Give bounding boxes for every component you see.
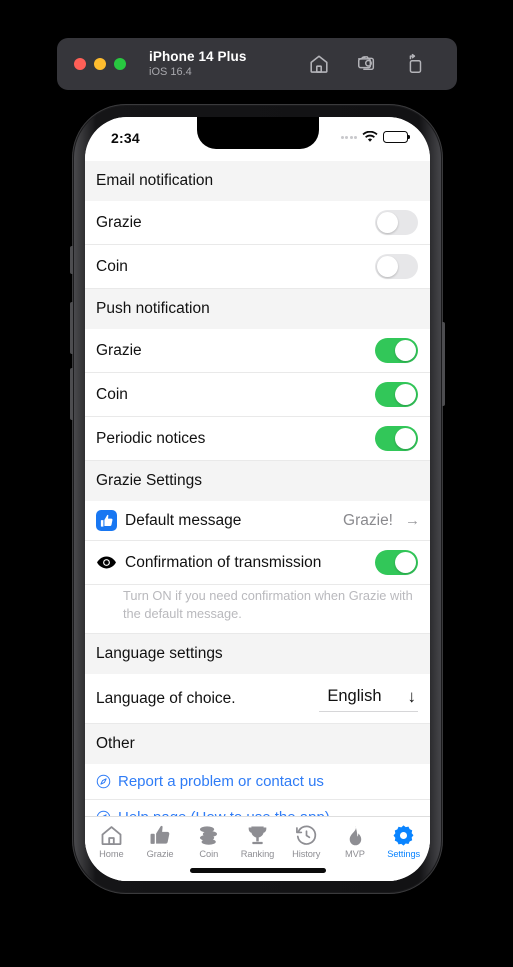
row-email-grazie[interactable]: Grazie: [85, 201, 430, 245]
flame-icon: [343, 824, 366, 847]
chevron-down-icon: ↓: [407, 687, 417, 707]
arrow-right-icon: →: [405, 512, 420, 529]
tab-label: Settings: [387, 849, 421, 859]
device-name: iPhone 14 Plus: [149, 49, 247, 65]
toggle-confirmation-of-transmission[interactable]: [375, 550, 418, 575]
tab-home[interactable]: Home: [87, 824, 136, 859]
compass-icon: [96, 774, 111, 789]
simulator-window: iPhone 14 Plus iOS 16.4 2:34 Email notif…: [0, 0, 513, 967]
tab-mvp[interactable]: MVP: [331, 824, 380, 859]
link-report-a-problem[interactable]: Report a problem or contact us: [85, 764, 430, 801]
house-icon: [100, 824, 123, 847]
status-time: 2:34: [111, 130, 140, 146]
app-body: Email notification Grazie Coin Push noti…: [85, 161, 430, 881]
home-icon[interactable]: [308, 53, 330, 75]
tab-label: History: [292, 849, 321, 859]
row-label: Default message: [125, 511, 242, 529]
row-push-grazie[interactable]: Grazie: [85, 329, 430, 373]
volume-down-button[interactable]: [70, 368, 73, 420]
tab-label: MVP: [345, 849, 365, 859]
tab-history[interactable]: History: [282, 824, 331, 859]
row-email-coin[interactable]: Coin: [85, 245, 430, 289]
gear-icon: [392, 824, 415, 847]
simulator-actions: [308, 53, 426, 75]
toggle-push-periodic-notices[interactable]: [375, 426, 418, 451]
status-indicators: [340, 131, 411, 143]
row-label: Grazie: [96, 341, 142, 359]
signal-dots-icon: [340, 135, 357, 139]
section-header-language-settings: Language settings: [85, 634, 430, 675]
toggle-push-coin[interactable]: [375, 382, 418, 407]
row-label: Periodic notices: [96, 429, 206, 447]
simulator-title-block: iPhone 14 Plus iOS 16.4: [149, 49, 246, 78]
silent-switch[interactable]: [70, 246, 73, 274]
rotate-icon[interactable]: [404, 53, 426, 75]
link-help-page[interactable]: Help page (How to use the app): [85, 800, 430, 816]
battery-icon: [383, 131, 411, 143]
camera-icon[interactable]: [356, 53, 378, 75]
tab-label: Coin: [199, 849, 219, 859]
clock-arrow-icon: [295, 824, 318, 847]
tab-label: Ranking: [240, 849, 275, 859]
phone-screen: 2:34 Email notification Grazie Coin Push…: [85, 117, 430, 881]
eye-icon: [96, 552, 117, 573]
home-indicator-area: [85, 859, 430, 881]
zoom-button[interactable]: [114, 58, 126, 70]
home-indicator[interactable]: [189, 867, 326, 873]
window-controls: [74, 58, 126, 70]
language-select[interactable]: English ↓: [319, 685, 418, 713]
tab-grazie[interactable]: Grazie: [136, 824, 185, 859]
section-header-grazie-settings: Grazie Settings: [85, 461, 430, 501]
link-label: Report a problem or contact us: [118, 773, 324, 791]
confirmation-note: Turn ON if you need confirmation when Gr…: [85, 585, 430, 635]
row-label: Confirmation of transmission: [125, 553, 322, 571]
row-label: Language of choice.: [96, 689, 236, 707]
thumbs-up-icon: [96, 510, 117, 531]
row-push-periodic-notices[interactable]: Periodic notices: [85, 417, 430, 461]
row-language-of-choice[interactable]: Language of choice. English ↓: [85, 674, 430, 725]
notch: [196, 117, 319, 149]
row-label: Coin: [96, 257, 128, 275]
tab-bar: Home Grazie Coin Ranking History MVP Set…: [85, 816, 430, 859]
power-button[interactable]: [442, 322, 445, 406]
trophy-icon: [246, 824, 269, 847]
toggle-push-grazie[interactable]: [375, 338, 418, 363]
section-header-other: Other: [85, 724, 430, 765]
toggle-email-coin[interactable]: [375, 254, 418, 279]
volume-up-button[interactable]: [70, 302, 73, 354]
tab-coin[interactable]: Coin: [184, 824, 233, 859]
language-value: English: [327, 687, 382, 706]
simulator-titlebar: iPhone 14 Plus iOS 16.4: [57, 38, 457, 90]
close-button[interactable]: [74, 58, 86, 70]
thumbs-up-icon: [149, 824, 172, 847]
minimize-button[interactable]: [94, 58, 106, 70]
wifi-icon: [362, 131, 378, 143]
tab-label: Home: [99, 849, 124, 859]
phone-frame: 2:34 Email notification Grazie Coin Push…: [70, 104, 445, 894]
row-label: Coin: [96, 385, 128, 403]
tab-settings[interactable]: Settings: [379, 824, 428, 859]
tab-ranking[interactable]: Ranking: [233, 824, 282, 859]
settings-list[interactable]: Email notification Grazie Coin Push noti…: [85, 161, 430, 816]
row-default-message[interactable]: Default message Grazie! →: [85, 501, 430, 541]
tab-label: Grazie: [146, 849, 174, 859]
link-label: Help page (How to use the app): [118, 809, 330, 816]
status-bar: 2:34: [85, 117, 430, 161]
row-label: Grazie: [96, 213, 142, 231]
row-push-coin[interactable]: Coin: [85, 373, 430, 417]
toggle-email-grazie[interactable]: [375, 210, 418, 235]
row-confirmation-of-transmission[interactable]: Confirmation of transmission: [85, 541, 430, 585]
section-header-push-notification: Push notification: [85, 289, 430, 329]
coins-icon: [197, 824, 220, 847]
os-version: iOS 16.4: [149, 65, 192, 78]
default-message-value: Grazie!: [343, 511, 393, 529]
section-header-email-notification: Email notification: [85, 161, 430, 201]
